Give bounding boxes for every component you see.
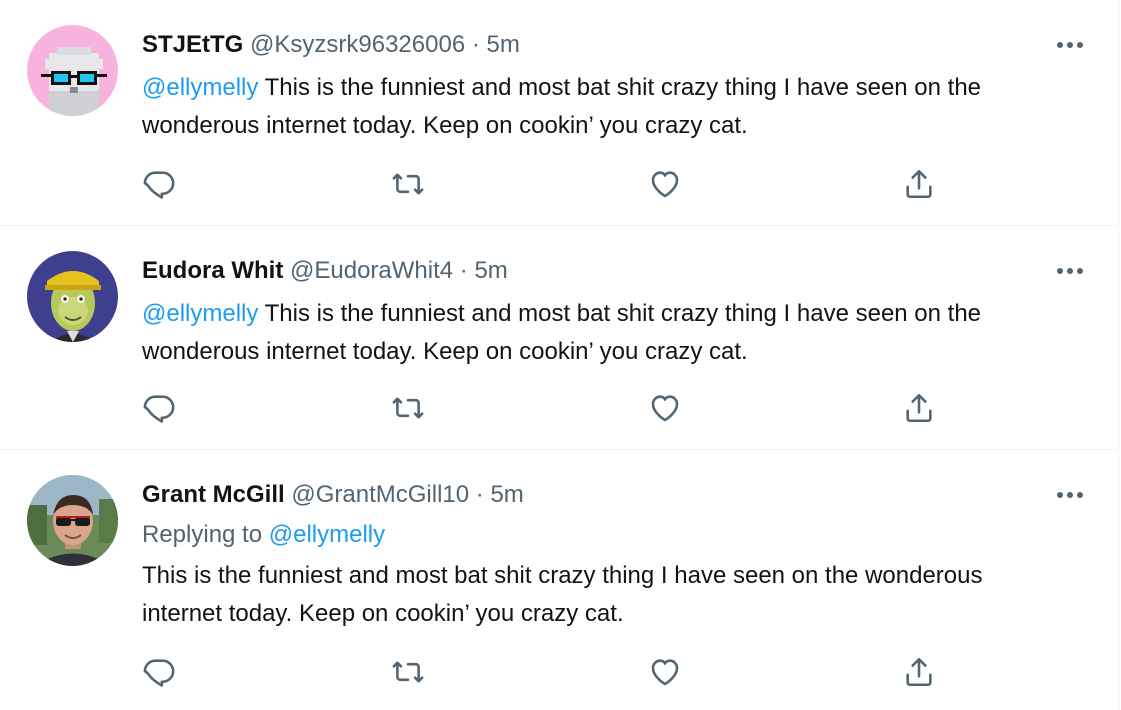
replying-to-label: Replying to: [142, 521, 263, 548]
tweet-actions: [142, 391, 942, 425]
tweet-body: This is the funniest and most bat shit c…: [142, 74, 982, 139]
more-options-button[interactable]: [1053, 30, 1087, 60]
user-handle[interactable]: @Ksyzsrk96326006: [250, 31, 465, 58]
heart-icon: [651, 395, 679, 422]
replying-to-line: Replying to @ellymelly: [142, 520, 385, 550]
user-handle[interactable]: @EudoraWhit4: [290, 257, 453, 284]
retweet-icon: [392, 397, 424, 419]
avatar[interactable]: [27, 475, 118, 566]
tweet-header: Eudora Whit @EudoraWhit4 · 5m: [142, 256, 508, 286]
display-name[interactable]: Grant McGill: [142, 481, 285, 508]
more-options-button[interactable]: [1053, 256, 1087, 286]
timestamp[interactable]: 5m: [487, 31, 520, 58]
tweet-text: @ellymelly This is the funniest and most…: [142, 295, 1092, 371]
avatar[interactable]: [27, 251, 118, 342]
tweet-body: This is the funniest and most bat shit c…: [142, 562, 983, 627]
mention-link[interactable]: @ellymelly: [269, 521, 385, 548]
heart-icon: [651, 171, 679, 198]
tweet-header: STJEtTG @Ksyzsrk96326006 · 5m: [142, 30, 520, 60]
tweet[interactable]: STJEtTG @Ksyzsrk96326006 · 5m @ellymelly…: [0, 0, 1119, 226]
zombie-ape-avatar-icon: [27, 251, 118, 342]
retweet-icon: [392, 661, 424, 683]
reply-icon: [143, 395, 175, 423]
share-icon: [906, 657, 932, 687]
more-options-button[interactable]: [1053, 480, 1087, 510]
reply-button[interactable]: [142, 655, 176, 689]
more-horizontal-icon: [1057, 492, 1083, 498]
more-horizontal-icon: [1057, 268, 1083, 274]
mention-link[interactable]: @ellymelly: [142, 74, 258, 101]
reply-icon: [143, 171, 175, 199]
reply-button[interactable]: [142, 391, 176, 425]
retweet-button[interactable]: [391, 167, 425, 201]
share-button[interactable]: [902, 167, 936, 201]
share-button[interactable]: [902, 391, 936, 425]
user-handle[interactable]: @GrantMcGill10: [291, 481, 469, 508]
photo-man-sunglasses-avatar-icon: [27, 475, 118, 566]
like-button[interactable]: [648, 391, 682, 425]
tweet[interactable]: Eudora Whit @EudoraWhit4 · 5m @ellymelly…: [0, 226, 1119, 450]
separator-dot: ·: [471, 31, 480, 58]
retweet-button[interactable]: [391, 655, 425, 689]
tweet-text: This is the funniest and most bat shit c…: [142, 557, 1022, 633]
avatar[interactable]: [27, 25, 118, 116]
tweet-text: @ellymelly This is the funniest and most…: [142, 69, 1092, 145]
reply-icon: [143, 659, 175, 687]
retweet-icon: [392, 173, 424, 195]
separator-dot: ·: [475, 481, 484, 508]
more-horizontal-icon: [1057, 42, 1083, 48]
mention-link[interactable]: @ellymelly: [142, 300, 258, 327]
display-name[interactable]: STJEtTG: [142, 31, 243, 58]
tweet-actions: [142, 655, 942, 689]
like-button[interactable]: [648, 655, 682, 689]
tweet-replies-feed: STJEtTG @Ksyzsrk96326006 · 5m @ellymelly…: [0, 0, 1119, 710]
share-button[interactable]: [902, 655, 936, 689]
reply-button[interactable]: [142, 167, 176, 201]
heart-icon: [651, 659, 679, 686]
pixel-owl-avatar-icon: [27, 25, 118, 116]
timestamp[interactable]: 5m: [474, 257, 507, 284]
share-icon: [906, 393, 932, 423]
tweet-actions: [142, 167, 942, 201]
retweet-button[interactable]: [391, 391, 425, 425]
tweet[interactable]: Grant McGill @GrantMcGill10 · 5m Replyin…: [0, 450, 1119, 710]
separator-dot: ·: [459, 257, 468, 284]
tweet-header: Grant McGill @GrantMcGill10 · 5m: [142, 480, 524, 510]
timestamp[interactable]: 5m: [490, 481, 523, 508]
tweet-body: This is the funniest and most bat shit c…: [142, 300, 982, 365]
display-name[interactable]: Eudora Whit: [142, 257, 283, 284]
like-button[interactable]: [648, 167, 682, 201]
share-icon: [906, 169, 932, 199]
